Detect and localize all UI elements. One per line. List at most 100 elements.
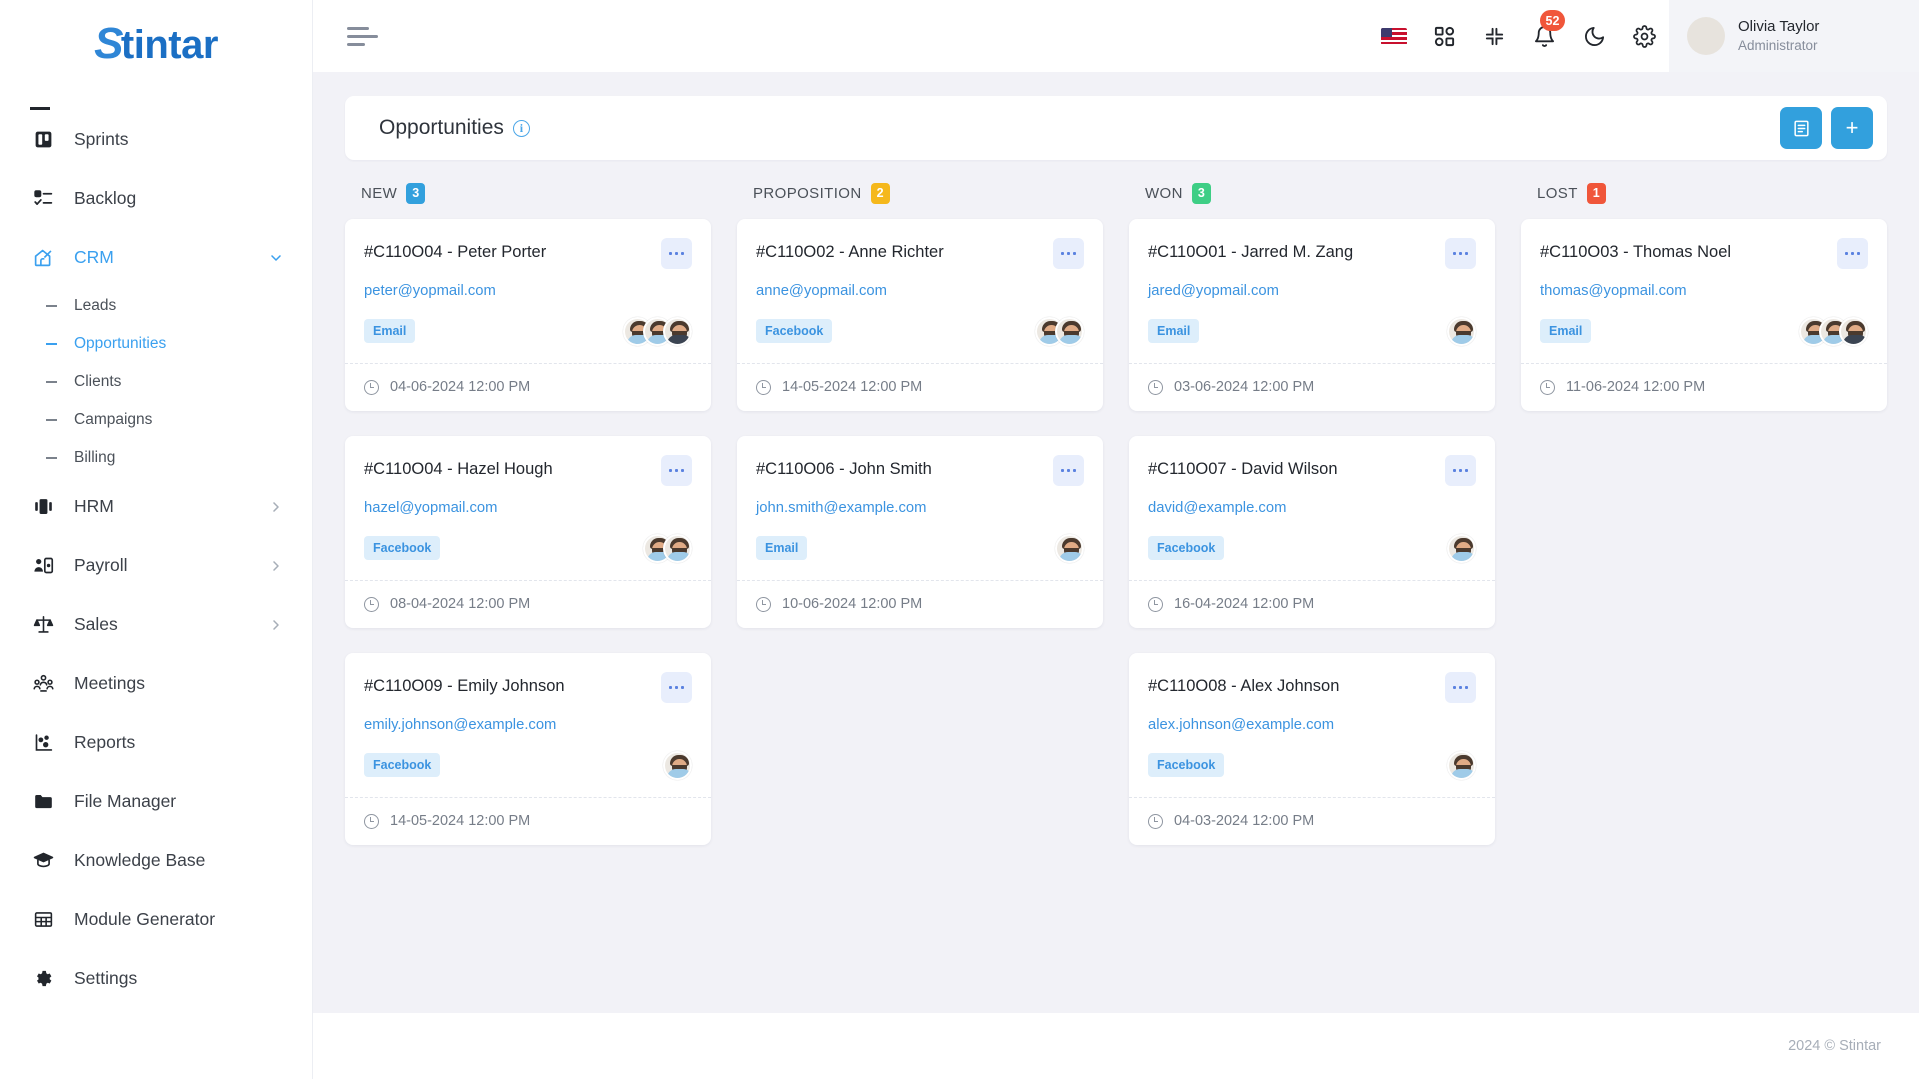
card-email-link[interactable]: anne@yopmail.com (756, 283, 1084, 299)
card-email-link[interactable]: thomas@yopmail.com (1540, 283, 1868, 299)
card-menu-button[interactable] (1053, 238, 1084, 269)
opportunity-card[interactable]: #C110O06 - John Smith john.smith@example.… (737, 436, 1103, 628)
opportunity-card[interactable]: #C110O01 - Jarred M. Zang jared@yopmail.c… (1129, 219, 1495, 411)
opportunity-card[interactable]: #C110O03 - Thomas Noel thomas@yopmail.com… (1521, 219, 1887, 411)
card-email-link[interactable]: alex.johnson@example.com (1148, 717, 1476, 733)
card-title: #C110O09 - Emily Johnson (364, 677, 565, 695)
card-email-link[interactable]: jared@yopmail.com (1148, 283, 1476, 299)
card-menu-button[interactable] (1445, 238, 1476, 269)
card-email-link[interactable]: hazel@yopmail.com (364, 500, 692, 516)
assignee-avatar[interactable] (1839, 316, 1868, 346)
assignee-avatar[interactable] (663, 533, 692, 563)
add-opportunity-button[interactable]: + (1831, 107, 1873, 149)
card-menu-button[interactable] (661, 455, 692, 486)
sidebar-item-label: Meetings (74, 673, 146, 693)
us-flag-icon[interactable] (1369, 0, 1419, 72)
card-source-tag: Email (756, 536, 808, 560)
sidebar-item-backlog[interactable]: Backlog (0, 169, 312, 228)
opportunity-card[interactable]: #C110O09 - Emily Johnson emily.johnson@ex… (345, 653, 711, 845)
column-count-badge: 3 (406, 182, 426, 204)
sidebar-item-payroll[interactable]: Payroll (0, 536, 312, 595)
page-header-card: Opportunities i + (345, 96, 1887, 160)
clock-icon (1540, 379, 1555, 395)
info-circle-icon[interactable]: i (512, 119, 530, 137)
sidebar-subitem-campaigns[interactable]: Campaigns (0, 401, 312, 439)
opportunity-card[interactable]: #C110O04 - Peter Porter peter@yopmail.com… (345, 219, 711, 411)
gear-icon[interactable] (1619, 0, 1669, 72)
moon-icon[interactable] (1569, 0, 1619, 72)
assignee-avatars (643, 533, 692, 563)
apps-grid-icon[interactable] (1419, 0, 1469, 72)
chevron-right-icon[interactable] (268, 617, 284, 633)
assignee-avatar[interactable] (1055, 316, 1084, 346)
sidebar-item-file-manager[interactable]: File Manager (0, 772, 312, 831)
card-email-link[interactable]: john.smith@example.com (756, 500, 1084, 516)
user-profile[interactable]: Olivia Taylor Administrator (1669, 0, 1919, 72)
chevron-right-icon[interactable] (268, 499, 284, 515)
assignee-avatar[interactable] (663, 750, 692, 780)
assignee-avatars (1035, 316, 1084, 346)
topbar-actions: 52 Olivia Taylor Administrator (1369, 0, 1919, 72)
card-body: #C110O06 - John Smith john.smith@example.… (737, 436, 1103, 580)
opportunity-card[interactable]: #C110O07 - David Wilson david@example.com… (1129, 436, 1495, 628)
card-body: #C110O04 - Hazel Hough hazel@yopmail.com F… (345, 436, 711, 580)
sidebar-item-label: File Manager (74, 791, 177, 811)
chevron-down-icon[interactable] (268, 250, 284, 266)
sidebar-item-crm[interactable]: CRM (0, 228, 312, 287)
card-email-link[interactable]: peter@yopmail.com (364, 283, 692, 299)
sidebar-item-sprints[interactable]: Sprints (0, 110, 312, 169)
sidebar-scrolled-item (0, 88, 312, 110)
sidebar-subitem-opportunities[interactable]: Opportunities (0, 325, 312, 363)
assignee-avatar[interactable] (1447, 316, 1476, 346)
assignee-avatars (663, 750, 692, 780)
sidebar-subitem-leads[interactable]: Leads (0, 287, 312, 325)
hamburger-icon[interactable] (347, 26, 378, 46)
sidebar-item-module-generator[interactable]: Module Generator (0, 890, 312, 949)
list-view-button[interactable] (1780, 107, 1822, 149)
card-date: 04-03-2024 12:00 PM (1174, 813, 1315, 829)
sidebar-subitem-clients[interactable]: Clients (0, 363, 312, 401)
hrm-icon (30, 494, 56, 520)
column-count-badge: 1 (1586, 182, 1606, 204)
card-menu-button[interactable] (661, 672, 692, 703)
assignee-avatar[interactable] (1447, 750, 1476, 780)
sidebar-subitem-billing[interactable]: Billing (0, 439, 312, 477)
sidebar-subitem-label: Leads (74, 297, 117, 314)
backlog-icon (30, 186, 56, 212)
sidebar-item-reports[interactable]: Reports (0, 713, 312, 772)
card-menu-button[interactable] (1445, 455, 1476, 486)
collapse-fullscreen-icon[interactable] (1469, 0, 1519, 72)
dash-icon (46, 419, 57, 421)
card-footer: 11-06-2024 12:00 PM (1521, 363, 1887, 411)
opportunity-card[interactable]: #C110O02 - Anne Richter anne@yopmail.com F… (737, 219, 1103, 411)
sidebar-subitem-label: Campaigns (74, 411, 153, 428)
chevron-right-icon[interactable] (268, 558, 284, 574)
assignee-avatar[interactable] (663, 316, 692, 346)
card-menu-button[interactable] (1445, 672, 1476, 703)
sidebar-item-meetings[interactable]: Meetings (0, 654, 312, 713)
kanban-column-proposition: PROPOSITION 2 #C110O02 - Anne Richter anne@… (737, 182, 1103, 845)
kanban-column-won: WON 3 #C110O01 - Jarred M. Zang jared@yopma… (1129, 182, 1495, 845)
clock-icon (1148, 596, 1163, 612)
brand-logo[interactable]: Stintar (0, 0, 312, 88)
card-title: #C110O02 - Anne Richter (756, 243, 944, 261)
assignee-avatar[interactable] (1447, 533, 1476, 563)
column-cards: #C110O02 - Anne Richter anne@yopmail.com F… (737, 219, 1103, 628)
sidebar-item-hrm[interactable]: HRM (0, 477, 312, 536)
bell-icon[interactable]: 52 (1519, 0, 1569, 72)
card-body: #C110O09 - Emily Johnson emily.johnson@ex… (345, 653, 711, 797)
opportunity-card[interactable]: #C110O08 - Alex Johnson alex.johnson@exam… (1129, 653, 1495, 845)
sidebar-item-knowledge-base[interactable]: Knowledge Base (0, 831, 312, 890)
card-email-link[interactable]: emily.johnson@example.com (364, 717, 692, 733)
card-menu-button[interactable] (1837, 238, 1868, 269)
grid-table-icon (30, 907, 56, 933)
assignee-avatar[interactable] (1055, 533, 1084, 563)
opportunity-card[interactable]: #C110O04 - Hazel Hough hazel@yopmail.com F… (345, 436, 711, 628)
card-menu-button[interactable] (661, 238, 692, 269)
sidebar-item-sales[interactable]: Sales (0, 595, 312, 654)
card-email-link[interactable]: david@example.com (1148, 500, 1476, 516)
card-menu-button[interactable] (1053, 455, 1084, 486)
brand-name: tintar (120, 23, 219, 67)
sidebar-item-settings[interactable]: Settings (0, 949, 312, 1008)
main-area: 52 Olivia Taylor Administrator Opportuni… (313, 0, 1919, 1079)
